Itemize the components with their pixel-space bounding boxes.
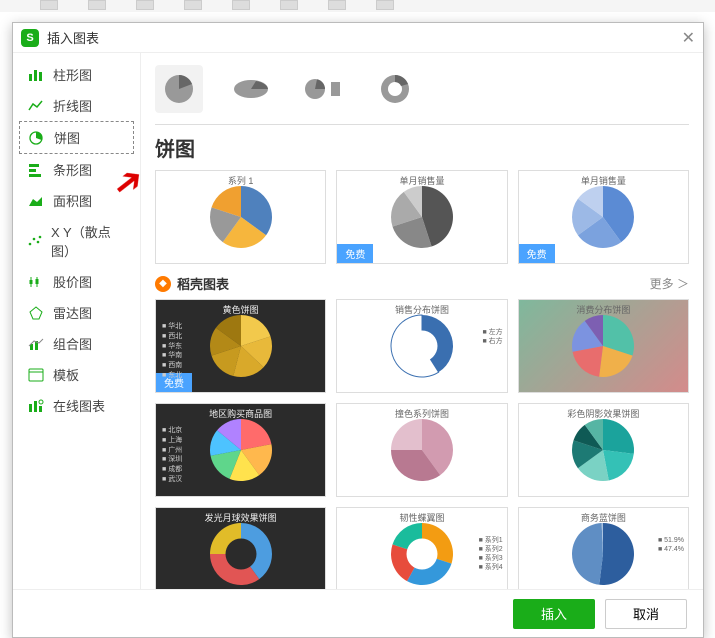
close-icon[interactable]: ✕ bbox=[682, 28, 695, 48]
docer-chart-grid: 黄色饼图免费华北西北华东华南西南东北销售分布饼图左方右方消费分布饼图地区购买商品… bbox=[155, 299, 689, 589]
subtype-pie-3d[interactable] bbox=[227, 65, 275, 113]
subtype-doughnut[interactable] bbox=[371, 65, 419, 113]
chart-template-card[interactable]: 发光月球效果饼图 bbox=[155, 507, 326, 589]
sidebar-item-label: 雷达图 bbox=[53, 303, 92, 322]
insert-chart-dialog: S 插入图表 ✕ 柱形图折线图饼图条形图面积图 X Y（散点图） 股价图雷达图组合图… bbox=[12, 22, 704, 638]
card-title: 单月销售量 bbox=[337, 174, 506, 187]
sidebar-item-label: 组合图 bbox=[53, 334, 92, 353]
card-title: 撞色系列饼图 bbox=[337, 407, 506, 420]
chart-type-icon bbox=[27, 68, 45, 82]
card-title: 系列 1 bbox=[156, 174, 325, 187]
fire-icon: ◆ bbox=[155, 276, 171, 292]
card-title: 发光月球效果饼图 bbox=[156, 511, 325, 524]
card-title: 黄色饼图 bbox=[156, 303, 325, 316]
sidebar-item-饼图[interactable]: 饼图 bbox=[19, 121, 134, 154]
sidebar-item-label: 柱形图 bbox=[53, 65, 92, 84]
chart-template-card[interactable]: 彩色阴影效果饼图 bbox=[518, 403, 689, 497]
card-legend: 左方右方 bbox=[482, 328, 502, 346]
chart-template-card[interactable]: 撞色系列饼图 bbox=[336, 403, 507, 497]
sidebar-item-label: 面积图 bbox=[53, 191, 92, 210]
dialog-title: 插入图表 bbox=[47, 28, 99, 47]
sidebar-item-label: 饼图 bbox=[54, 128, 80, 147]
docer-label: 稻壳图表 bbox=[177, 274, 229, 293]
more-link[interactable]: 更多 ＞ bbox=[650, 275, 689, 292]
sidebar-item-label: X Y（散点图） bbox=[51, 222, 126, 260]
chart-type-icon bbox=[27, 99, 45, 113]
sidebar-item-在线图表[interactable]: 在线图表 bbox=[19, 390, 134, 421]
card-title: 商务蓝饼图 bbox=[519, 511, 688, 524]
pie-subtype-row bbox=[155, 53, 689, 125]
sidebar-item-雷达图[interactable]: 雷达图 bbox=[19, 297, 134, 328]
sidebar-item-股价图[interactable]: 股价图 bbox=[19, 266, 134, 297]
chart-template-card[interactable]: 单月销售量免费 bbox=[336, 170, 507, 264]
chart-type-icon bbox=[27, 234, 43, 248]
section-heading: 饼图 bbox=[155, 133, 689, 162]
card-title: 销售分布饼图 bbox=[337, 303, 506, 316]
chart-template-card[interactable]: 韧性蝶翼图系列1系列2系列3系列4 bbox=[336, 507, 507, 589]
sidebar-item-条形图[interactable]: 条形图 bbox=[19, 154, 134, 185]
chart-type-icon bbox=[27, 275, 45, 289]
cancel-button[interactable]: 取消 bbox=[605, 599, 687, 629]
docer-section-header: ◆ 稻壳图表 更多 ＞ bbox=[155, 274, 689, 293]
dialog-footer: 插入 取消 bbox=[13, 589, 703, 637]
sidebar-item-label: 模板 bbox=[53, 365, 79, 384]
chart-template-card[interactable]: 单月销售量免费 bbox=[518, 170, 689, 264]
chart-template-card[interactable]: 消费分布饼图 bbox=[518, 299, 689, 393]
sidebar-item-label: 股价图 bbox=[53, 272, 92, 291]
card-legend: 北京上海广州深圳成都武汉 bbox=[162, 426, 182, 485]
free-badge: 免费 bbox=[519, 244, 555, 263]
card-title: 单月销售量 bbox=[519, 174, 688, 187]
sidebar-item-label: 条形图 bbox=[53, 160, 92, 179]
sidebar-item-X Y（散点图）[interactable]: X Y（散点图） bbox=[19, 216, 134, 266]
chart-template-card[interactable]: 销售分布饼图左方右方 bbox=[336, 299, 507, 393]
chart-template-card[interactable]: 黄色饼图免费华北西北华东华南西南东北 bbox=[155, 299, 326, 393]
chart-type-icon bbox=[27, 399, 45, 413]
sidebar-item-柱形图[interactable]: 柱形图 bbox=[19, 59, 134, 90]
chart-template-card[interactable]: 商务蓝饼图 51.9%47.4% bbox=[518, 507, 689, 589]
builtin-chart-grid: 系列 1单月销售量免费单月销售量免费 bbox=[155, 170, 689, 264]
subtype-pie[interactable] bbox=[155, 65, 203, 113]
sidebar-item-折线图[interactable]: 折线图 bbox=[19, 90, 134, 121]
titlebar: S 插入图表 ✕ bbox=[13, 23, 703, 53]
sidebar-item-面积图[interactable]: 面积图 bbox=[19, 185, 134, 216]
card-title: 地区购买商品图 bbox=[156, 407, 325, 420]
sidebar-item-模板[interactable]: 模板 bbox=[19, 359, 134, 390]
chart-template-card[interactable]: 系列 1 bbox=[155, 170, 326, 264]
chart-type-icon bbox=[27, 337, 45, 351]
chart-type-sidebar: 柱形图折线图饼图条形图面积图 X Y（散点图） 股价图雷达图组合图模板在线图表 bbox=[13, 53, 141, 589]
chart-type-icon bbox=[27, 306, 45, 320]
chart-type-icon bbox=[28, 131, 46, 145]
free-badge: 免费 bbox=[337, 244, 373, 263]
sidebar-item-label: 折线图 bbox=[53, 96, 92, 115]
app-logo-icon: S bbox=[21, 29, 39, 47]
card-title: 韧性蝶翼图 bbox=[337, 511, 506, 524]
sidebar-item-组合图[interactable]: 组合图 bbox=[19, 328, 134, 359]
card-legend: 51.9%47.4% bbox=[658, 536, 684, 554]
chart-type-icon bbox=[27, 163, 45, 177]
chart-type-icon bbox=[27, 368, 45, 382]
chart-template-card[interactable]: 地区购买商品图北京上海广州深圳成都武汉 bbox=[155, 403, 326, 497]
card-legend: 华北西北华东华南西南东北 bbox=[162, 322, 182, 381]
chart-gallery: ➔ 饼图 系列 1单月销售量免费单月销售量免费 ◆ 稻壳图表 更多 ＞ 黄色饼图… bbox=[141, 53, 703, 589]
insert-button[interactable]: 插入 bbox=[513, 599, 595, 629]
sidebar-item-label: 在线图表 bbox=[53, 396, 105, 415]
chart-type-icon bbox=[27, 194, 45, 208]
card-legend: 系列1系列2系列3系列4 bbox=[479, 536, 503, 572]
card-title: 消费分布饼图 bbox=[519, 303, 688, 316]
subtype-pie-of-pie[interactable] bbox=[299, 65, 347, 113]
card-title: 彩色阴影效果饼图 bbox=[519, 407, 688, 420]
